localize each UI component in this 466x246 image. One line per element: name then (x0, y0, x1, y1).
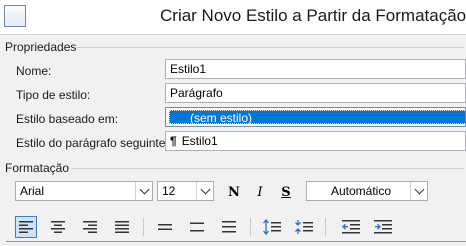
decrease-paragraph-spacing-icon (295, 220, 313, 234)
increase-indent-button[interactable] (372, 216, 394, 238)
chevron-down-icon[interactable] (410, 182, 427, 200)
next-paragraph-select[interactable]: ¶ Estilo1 (165, 131, 466, 151)
decrease-indent-icon (342, 220, 360, 234)
one-half-spacing-icon (190, 222, 204, 232)
next-paragraph-value: Estilo1 (181, 134, 218, 148)
based-on-select[interactable]: (sem estilo) (165, 107, 466, 127)
dialog-body: Propriedades Nome: Estilo1 Tipo de estil… (0, 34, 466, 246)
font-color-select[interactable]: Automático (306, 181, 428, 201)
based-on-selected-value: (sem estilo) (169, 110, 465, 125)
font-color-value: Automático (330, 184, 392, 198)
window-icon (4, 5, 26, 27)
font-select[interactable]: Arial (15, 181, 153, 201)
chevron-down-icon[interactable] (196, 182, 213, 200)
formatting-divider (71, 168, 464, 169)
double-spacing-icon (222, 221, 236, 233)
align-right-icon (83, 221, 97, 233)
align-center-icon (51, 221, 65, 233)
bold-button[interactable]: N (225, 183, 243, 201)
title-bar: Criar Novo Estilo a Partir da Formatação (0, 0, 466, 34)
font-size-value: 12 (162, 184, 176, 198)
align-right-button[interactable] (79, 216, 101, 238)
align-left-button[interactable] (15, 216, 37, 238)
underline-button[interactable]: S (277, 183, 295, 201)
name-label: Nome: (16, 64, 52, 78)
paragraph-mark-icon: ¶ (170, 134, 177, 148)
italic-button[interactable]: I (251, 183, 269, 201)
based-on-label: Estilo baseado em: (16, 112, 119, 126)
style-type-select[interactable]: Parágrafo (165, 83, 466, 103)
next-paragraph-label: Estilo do parágrafo seguinte: (16, 136, 169, 150)
window-title: Criar Novo Estilo a Partir da Formatação (160, 6, 466, 25)
one-half-spacing-button[interactable] (186, 216, 208, 238)
name-input[interactable]: Estilo1 (165, 59, 466, 79)
decrease-paragraph-spacing-button[interactable] (293, 216, 315, 238)
font-size-select[interactable]: 12 (157, 181, 214, 201)
increase-paragraph-spacing-button[interactable] (261, 216, 283, 238)
properties-heading: Propriedades (5, 40, 77, 54)
justify-button[interactable] (111, 216, 133, 238)
increase-paragraph-spacing-icon (263, 219, 281, 235)
properties-divider (76, 47, 464, 48)
decrease-indent-button[interactable] (340, 216, 362, 238)
justify-icon (115, 221, 129, 233)
align-center-button[interactable] (47, 216, 69, 238)
preview-top-border (6, 241, 466, 242)
toolbar-separator (143, 218, 144, 236)
font-value: Arial (20, 184, 45, 198)
style-type-label: Tipo de estilo: (16, 88, 91, 102)
formatting-heading: Formatação (5, 161, 70, 175)
align-left-icon (19, 221, 33, 233)
single-spacing-button[interactable] (154, 216, 176, 238)
increase-indent-icon (374, 220, 392, 234)
single-spacing-icon (158, 224, 172, 230)
toolbar-separator (250, 218, 251, 236)
toolbar-separator (325, 218, 326, 236)
double-spacing-button[interactable] (218, 216, 240, 238)
chevron-down-icon[interactable] (135, 182, 152, 200)
